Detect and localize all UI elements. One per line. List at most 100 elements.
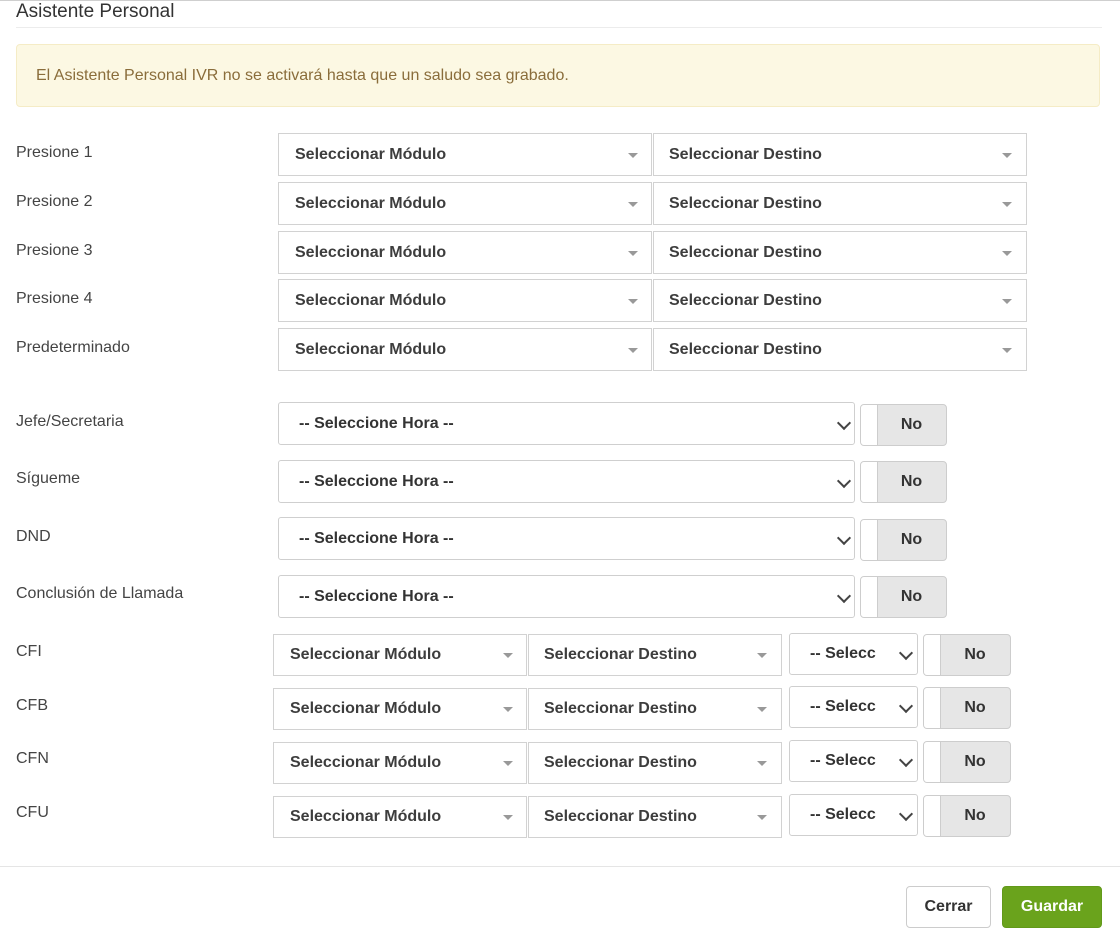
toggle-label: No bbox=[900, 531, 923, 548]
dropdown-arrow-icon bbox=[503, 815, 513, 820]
select-value: Seleccionar Módulo bbox=[295, 194, 447, 212]
toggle-knob bbox=[924, 635, 941, 675]
select-value: Seleccionar Destino bbox=[544, 700, 697, 717]
default-module-select[interactable]: Seleccionar Módulo bbox=[278, 328, 652, 371]
boss-secretary-toggle[interactable]: No bbox=[860, 404, 947, 446]
dropdown-arrow-icon bbox=[628, 298, 638, 304]
dnd-toggle[interactable]: No bbox=[860, 519, 947, 561]
follow-me-hour-select[interactable]: -- Seleccione Hora -- bbox=[278, 460, 855, 503]
dropdown-arrow-icon bbox=[1002, 250, 1012, 256]
cfu-label: CFU bbox=[16, 804, 49, 821]
toggle-label: No bbox=[900, 588, 923, 605]
press-3-destination-select[interactable]: Seleccionar Destino bbox=[653, 231, 1027, 274]
toggle-knob bbox=[924, 796, 941, 836]
dropdown-arrow-icon bbox=[757, 653, 767, 658]
select-value: Seleccionar Destino bbox=[669, 291, 822, 309]
toggle-knob bbox=[924, 688, 941, 728]
default-label: Predeterminado bbox=[16, 339, 130, 356]
dropdown-arrow-icon bbox=[1002, 347, 1012, 353]
dropdown-arrow-icon bbox=[628, 152, 638, 158]
modal-title: Asistente Personal bbox=[16, 1, 175, 22]
dropdown-arrow-icon bbox=[503, 653, 513, 658]
chevron-down-icon bbox=[836, 588, 852, 603]
press-3-label: Presione 3 bbox=[16, 242, 93, 259]
select-value: Seleccionar Módulo bbox=[290, 754, 442, 771]
press-1-label: Presione 1 bbox=[16, 144, 93, 161]
select-value: -- Seleccione Hora -- bbox=[299, 472, 454, 490]
toggle-knob bbox=[861, 520, 878, 560]
toggle-knob bbox=[924, 742, 941, 782]
dnd-label: DND bbox=[16, 528, 51, 545]
cfu-destination-select[interactable]: Seleccionar Destino bbox=[528, 796, 782, 838]
toggle-knob bbox=[861, 405, 878, 445]
title-divider bbox=[16, 27, 1102, 28]
toggle-label: No bbox=[964, 646, 986, 663]
footer-divider bbox=[0, 866, 1120, 867]
toggle-label: No bbox=[964, 807, 986, 824]
press-4-label: Presione 4 bbox=[16, 290, 93, 307]
toggle-label: No bbox=[964, 699, 986, 716]
press-4-module-select[interactable]: Seleccionar Módulo bbox=[278, 279, 652, 322]
cfb-destination-select[interactable]: Seleccionar Destino bbox=[528, 688, 782, 730]
warning-alert: El Asistente Personal IVR no se activará… bbox=[16, 44, 1100, 107]
dropdown-arrow-icon bbox=[628, 347, 638, 353]
cfb-hour-select[interactable]: -- Selecc bbox=[789, 686, 918, 728]
select-value: Seleccionar Módulo bbox=[295, 243, 447, 261]
select-value: Seleccionar Destino bbox=[544, 808, 697, 825]
default-destination-select[interactable]: Seleccionar Destino bbox=[653, 328, 1027, 371]
chevron-down-icon bbox=[836, 415, 852, 430]
press-2-module-select[interactable]: Seleccionar Módulo bbox=[278, 182, 652, 225]
press-2-label: Presione 2 bbox=[16, 193, 93, 210]
toggle-label: No bbox=[900, 473, 923, 490]
cfb-module-select[interactable]: Seleccionar Módulo bbox=[273, 688, 527, 730]
cfn-label: CFN bbox=[16, 750, 49, 767]
cfu-toggle[interactable]: No bbox=[923, 795, 1011, 837]
cfb-toggle[interactable]: No bbox=[923, 687, 1011, 729]
dropdown-arrow-icon bbox=[757, 761, 767, 766]
chevron-down-icon bbox=[836, 530, 852, 545]
select-value: Seleccionar Destino bbox=[544, 754, 697, 771]
press-4-destination-select[interactable]: Seleccionar Destino bbox=[653, 279, 1027, 322]
select-value: -- Seleccione Hora -- bbox=[299, 414, 454, 432]
toggle-knob bbox=[861, 462, 878, 502]
cfi-hour-select[interactable]: -- Selecc bbox=[789, 633, 918, 675]
cfu-module-select[interactable]: Seleccionar Módulo bbox=[273, 796, 527, 838]
press-1-module-select[interactable]: Seleccionar Módulo bbox=[278, 133, 652, 176]
select-value: Seleccionar Módulo bbox=[295, 145, 447, 163]
cfn-toggle[interactable]: No bbox=[923, 741, 1011, 783]
press-1-destination-select[interactable]: Seleccionar Destino bbox=[653, 133, 1027, 176]
toggle-knob bbox=[861, 577, 878, 617]
close-button[interactable]: Cerrar bbox=[906, 886, 991, 928]
cfn-hour-select[interactable]: -- Selecc bbox=[789, 740, 918, 782]
dropdown-arrow-icon bbox=[757, 815, 767, 820]
cfn-destination-select[interactable]: Seleccionar Destino bbox=[528, 742, 782, 784]
select-value: Seleccionar Módulo bbox=[295, 340, 447, 358]
dropdown-arrow-icon bbox=[628, 250, 638, 256]
dropdown-arrow-icon bbox=[1002, 201, 1012, 207]
select-value: -- Seleccione Hora -- bbox=[299, 529, 454, 547]
select-value: -- Selecc bbox=[810, 698, 876, 715]
toggle-label: No bbox=[900, 416, 923, 433]
call-conclusion-hour-select[interactable]: -- Seleccione Hora -- bbox=[278, 575, 855, 618]
press-3-module-select[interactable]: Seleccionar Módulo bbox=[278, 231, 652, 274]
dropdown-arrow-icon bbox=[503, 707, 513, 712]
dropdown-arrow-icon bbox=[1002, 298, 1012, 304]
cfi-module-select[interactable]: Seleccionar Módulo bbox=[273, 634, 527, 676]
select-value: -- Selecc bbox=[810, 645, 876, 662]
dropdown-arrow-icon bbox=[1002, 152, 1012, 158]
press-2-destination-select[interactable]: Seleccionar Destino bbox=[653, 182, 1027, 225]
cfi-toggle[interactable]: No bbox=[923, 634, 1011, 676]
select-value: Seleccionar Destino bbox=[669, 194, 822, 212]
follow-me-label: Sígueme bbox=[16, 470, 81, 487]
cfn-module-select[interactable]: Seleccionar Módulo bbox=[273, 742, 527, 784]
select-value: Seleccionar Destino bbox=[544, 646, 697, 663]
cfi-destination-select[interactable]: Seleccionar Destino bbox=[528, 634, 782, 676]
cfu-hour-select[interactable]: -- Selecc bbox=[789, 794, 918, 836]
cfb-label: CFB bbox=[16, 697, 48, 714]
boss-secretary-hour-select[interactable]: -- Seleccione Hora -- bbox=[278, 402, 855, 445]
follow-me-toggle[interactable]: No bbox=[860, 461, 947, 503]
save-button[interactable]: Guardar bbox=[1002, 886, 1102, 928]
dnd-hour-select[interactable]: -- Seleccione Hora -- bbox=[278, 517, 855, 560]
call-conclusion-toggle[interactable]: No bbox=[860, 576, 947, 618]
select-value: Seleccionar Módulo bbox=[295, 291, 447, 309]
